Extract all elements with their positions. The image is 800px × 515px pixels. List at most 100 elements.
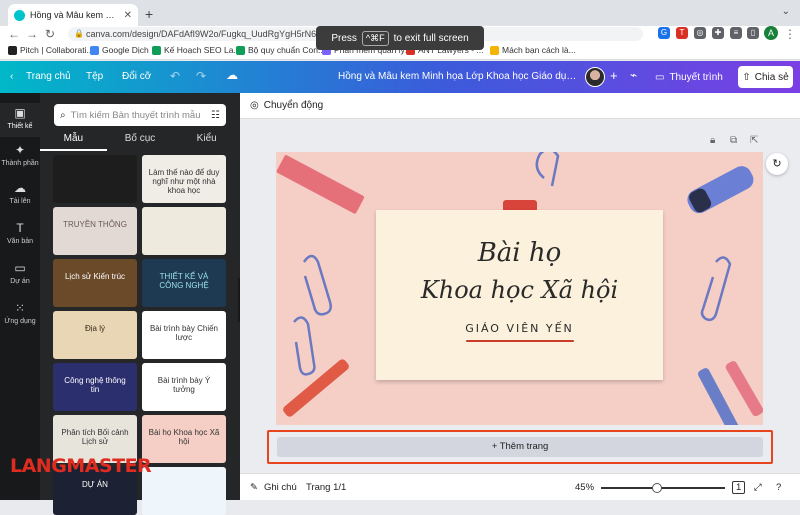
page-count-badge[interactable]: 1	[732, 481, 746, 494]
redo-icon[interactable]: ↷	[196, 69, 206, 83]
add-page-icon[interactable]: ⇱	[750, 135, 758, 146]
template-title: Bài trình bày Chiến lược	[149, 324, 219, 342]
workspace: ◎ Chuyển động 🔒︎ ⧉ ⇱ ↻ Bài họ Khoa học X…	[240, 93, 800, 500]
fullscreen-icon[interactable]: ⤢	[754, 482, 762, 493]
template-thumbnail[interactable]	[53, 155, 137, 203]
bookmark-item[interactable]: Bộ quy chuẩn Con...	[236, 45, 325, 55]
duplicate-icon[interactable]: ⧉	[730, 135, 737, 146]
template-thumbnail[interactable]: Bài trình bày Chiến lược	[142, 311, 226, 359]
langmaster-watermark: LANGMASTER	[10, 455, 152, 477]
present-icon: ▭	[655, 71, 665, 83]
puzzle-icon[interactable]: ✚	[712, 27, 724, 39]
template-thumbnail[interactable]: Lịch sử Kiến trúc	[53, 259, 137, 307]
template-title: TRUYỀN THÔNG	[63, 220, 127, 229]
menu-kebab-icon[interactable]: ⋮	[784, 27, 796, 41]
new-tab-icon[interactable]: +	[145, 6, 153, 22]
help-icon[interactable]: ?	[776, 482, 781, 493]
search-icon: ⌕	[60, 109, 66, 121]
template-thumbnail[interactable]: Địa lý	[53, 311, 137, 359]
lock-icon[interactable]: 🔒︎	[710, 135, 715, 146]
user-avatar[interactable]	[585, 67, 605, 87]
zoom-percent[interactable]: 45%	[575, 482, 594, 493]
canva-favicon-icon	[14, 9, 25, 21]
template-thumbnail[interactable]: Làm thế nào để duy nghĩ như một nhà khoa…	[142, 155, 226, 203]
ruler-illustration	[276, 155, 365, 214]
bookmark-item[interactable]: Kế Hoạch SEO La...	[152, 45, 241, 55]
template-thumbnail[interactable]: Bài trình bày Ý tưởng	[142, 363, 226, 411]
reading-list-icon[interactable]: ≡	[730, 27, 742, 39]
extension-icon[interactable]: G	[658, 27, 670, 39]
rail-label: Dự án	[10, 278, 30, 285]
home-chevron-icon[interactable]: ‹	[10, 71, 13, 82]
close-tab-icon[interactable]: ✕	[124, 10, 132, 21]
template-thumbnail[interactable]: Bài họ Khoa học Xã hội	[142, 415, 226, 463]
bookmark-item[interactable]: Pitch | Collaborati...	[8, 45, 94, 55]
document-title[interactable]: Hồng và Mâu kem Minh họa Lớp Khoa học Gi…	[338, 71, 578, 82]
panel-tabs: Mẫu Bố cục Kiểu	[40, 133, 240, 151]
browser-tab[interactable]: Hồng và Mâu kem Minh họa Lớ ✕	[8, 4, 138, 26]
template-title: Bài họ Khoa học Xã hội	[148, 428, 220, 446]
bottom-bar: ✎ Ghi chú Trang 1/1 45% 1 ⤢ ?	[240, 473, 800, 500]
rail-item-design[interactable]: ▣ Thiết kế	[0, 103, 40, 137]
refresh-icon[interactable]: ↻	[766, 153, 788, 175]
apps-icon: ⁙	[14, 301, 26, 315]
zoom-slider-thumb[interactable]	[651, 483, 662, 493]
extension-icon[interactable]: ◎	[694, 27, 706, 39]
slide-teacher[interactable]: GIÁO VIÊN YẾN	[376, 322, 663, 335]
rail-label: Thiết kế	[7, 123, 33, 130]
rail-item-uploads[interactable]: ☁ Tải lên	[0, 181, 40, 205]
notes-button[interactable]: Ghi chú	[264, 482, 297, 493]
share-button[interactable]: ⇧ Chia sẻ	[738, 66, 793, 88]
template-title: Phân tích Bối cảnh Lịch sử	[61, 428, 129, 446]
toast-text: to exit full screen	[393, 32, 469, 44]
url-text: canva.com/design/DAFdAfI9W2o/Fugkq_UudRg…	[86, 29, 348, 39]
home-link[interactable]: Trang chủ	[26, 71, 71, 82]
cloud-save-icon[interactable]: ☁	[226, 68, 238, 82]
animation-button[interactable]: Chuyển động	[264, 100, 324, 111]
insights-icon[interactable]: ⌁	[630, 68, 637, 82]
notes-icon[interactable]: ✎	[250, 482, 258, 493]
bookmark-item[interactable]: Google Dịch	[90, 45, 149, 55]
extension-icon[interactable]: T	[676, 27, 688, 39]
template-thumbnail[interactable]: TRUYỀN THÔNG	[53, 207, 137, 255]
rail-item-text[interactable]: T Văn bản	[0, 221, 40, 245]
template-thumbnail[interactable]: THIẾT KẾ VÀ CÔNG NGHỆ	[142, 259, 226, 307]
undo-icon[interactable]: ↶	[170, 69, 180, 83]
template-thumbnail[interactable]	[142, 207, 226, 255]
folder-icon: ▭	[14, 261, 26, 275]
animation-toolbar: ◎ Chuyển động	[240, 93, 800, 119]
present-button[interactable]: ▭ Thuyết trình	[655, 67, 723, 87]
rail-item-elements[interactable]: ✦ Thành phần	[0, 143, 40, 167]
slide-canvas[interactable]: Bài họ Khoa học Xã hội GIÁO VIÊN YẾN	[276, 152, 763, 425]
file-menu[interactable]: Tệp	[86, 71, 103, 82]
title-note[interactable]: Bài họ Khoa học Xã hội GIÁO VIÊN YẾN	[376, 210, 663, 380]
bookmark-item[interactable]: Mách bạn cách là...	[490, 45, 576, 55]
search-input[interactable]: ⌕ Tìm kiếm Bản thuyết trình mẫu ☷	[54, 104, 226, 126]
reload-icon[interactable]: ↻	[45, 27, 55, 41]
zoom-slider[interactable]	[601, 487, 725, 489]
slide-title-line1[interactable]: Bài họ	[376, 238, 663, 268]
sidepanel-icon[interactable]: ▯	[747, 27, 759, 39]
tab-templates[interactable]: Mẫu	[40, 133, 107, 151]
profile-avatar[interactable]: A	[764, 26, 778, 40]
back-icon[interactable]: ←	[8, 27, 20, 41]
rail-item-projects[interactable]: ▭ Dự án	[0, 261, 40, 285]
text-icon: T	[16, 221, 24, 235]
template-title: Làm thế nào để duy nghĩ như một nhà khoa…	[148, 168, 220, 195]
tab-search-icon[interactable]: ⌄	[782, 6, 790, 17]
template-thumbnail[interactable]	[142, 467, 226, 515]
page-indicator[interactable]: Trang 1/1	[306, 482, 346, 493]
rail-item-apps[interactable]: ⁙ Ứng dụng	[0, 301, 40, 325]
tab-styles[interactable]: Kiểu	[173, 133, 240, 151]
slide-title-line2[interactable]: Khoa học Xã hội	[376, 276, 663, 304]
resize-menu[interactable]: Đổi cỡ	[122, 71, 151, 82]
canva-top-bar: ‹ Trang chủ Tệp Đổi cỡ ↶ ↷ ☁ Hồng và Mâu…	[0, 61, 800, 93]
template-thumbnail[interactable]: Công nghệ thông tin	[53, 363, 137, 411]
template-title: THIẾT KẾ VÀ CÔNG NGHỆ	[159, 272, 209, 290]
forward-icon[interactable]: →	[26, 27, 38, 41]
filter-icon[interactable]: ☷	[211, 110, 220, 121]
add-collaborator-icon[interactable]: +	[610, 68, 618, 83]
add-page-button[interactable]: + Thêm trang	[277, 437, 763, 457]
tab-layouts[interactable]: Bố cục	[107, 133, 174, 151]
toast-shortcut: ^⌘F	[361, 30, 389, 46]
